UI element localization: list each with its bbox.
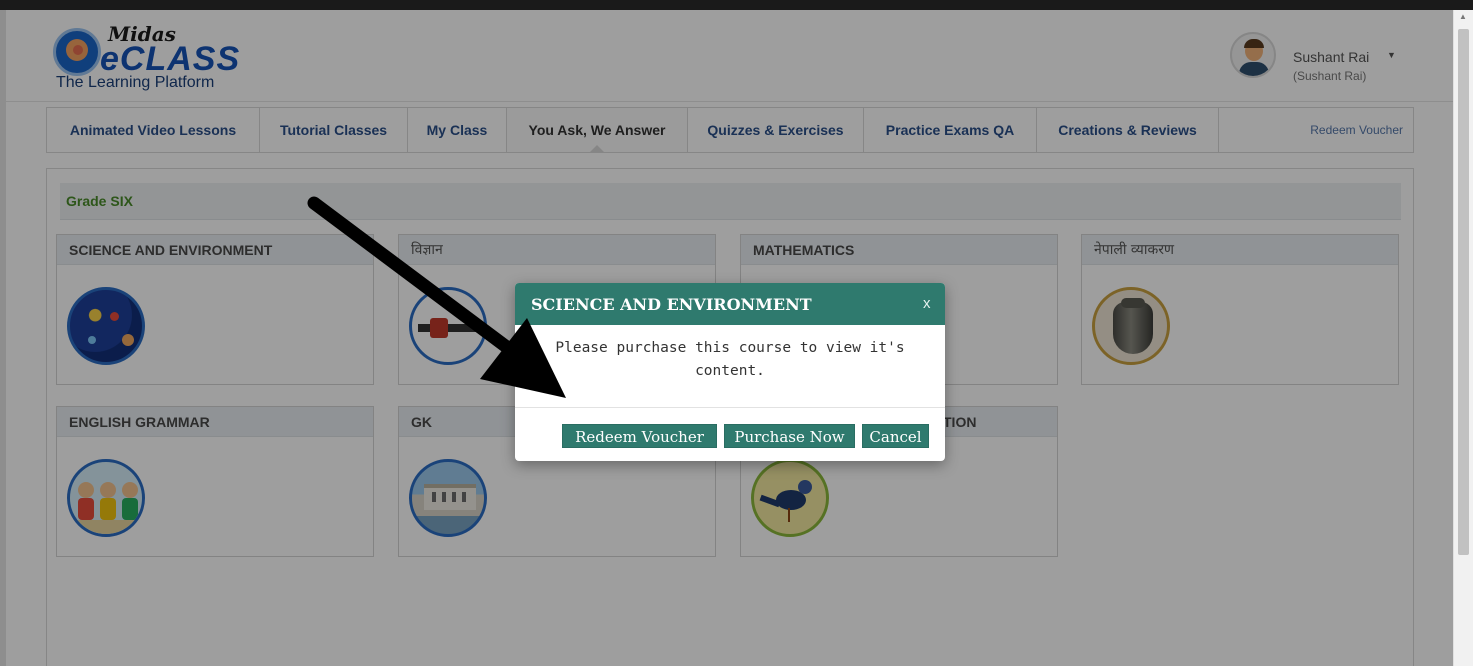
page-scrollbar[interactable]: ▲ bbox=[1453, 10, 1473, 666]
purchase-modal: SCIENCE AND ENVIRONMENT x Please purchas… bbox=[515, 283, 945, 461]
modal-message-line2: content. bbox=[695, 363, 765, 379]
purchase-now-button[interactable]: Purchase Now bbox=[724, 424, 855, 448]
scroll-thumb[interactable] bbox=[1458, 29, 1469, 555]
scroll-up-icon[interactable]: ▲ bbox=[1459, 12, 1467, 21]
modal-footer: Redeem Voucher Purchase Now Cancel bbox=[515, 407, 945, 461]
modal-message-line1: Please purchase this course to view it's bbox=[555, 340, 905, 356]
modal-message: Please purchase this course to view it's… bbox=[515, 337, 945, 383]
cancel-button[interactable]: Cancel bbox=[862, 424, 929, 448]
modal-title: SCIENCE AND ENVIRONMENT bbox=[531, 295, 812, 314]
redeem-voucher-button[interactable]: Redeem Voucher bbox=[562, 424, 717, 448]
modal-header: SCIENCE AND ENVIRONMENT x bbox=[515, 283, 945, 325]
close-icon[interactable]: x bbox=[923, 295, 931, 312]
